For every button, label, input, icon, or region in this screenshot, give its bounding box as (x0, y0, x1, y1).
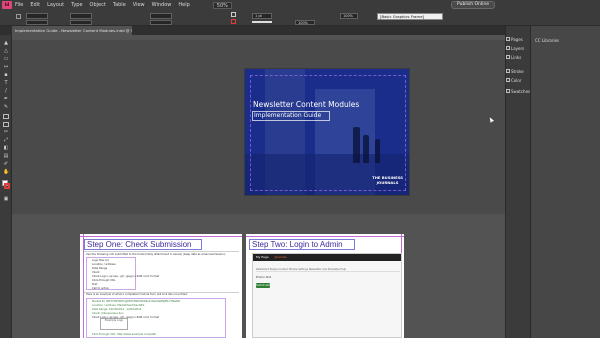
admin-submit-button: Submit edit (256, 283, 270, 288)
menu-layout[interactable]: Layout (47, 2, 64, 8)
menu-edit[interactable]: Edit (30, 2, 40, 8)
admin-nav: Dashboard People Content Module Settings… (256, 268, 400, 272)
rectangle-tool-icon[interactable] (3, 122, 9, 127)
list-item: Client Logo (.ai/.eps, .gif, .jpeg) in R… (92, 275, 159, 278)
panel-stroke[interactable]: Stroke (511, 69, 524, 74)
scissors-tool-icon[interactable]: ✂ (3, 130, 9, 135)
menu-view[interactable]: View (133, 2, 145, 8)
panel-cc-libraries[interactable]: CC Libraries (535, 38, 559, 43)
selection-tool-icon[interactable]: ▲ (3, 41, 9, 46)
brand-line-2: JOURNALS (376, 179, 399, 185)
panel-color[interactable]: Color (511, 78, 521, 83)
menu-bar: Id File Edit Layout Type Object Table Vi… (0, 0, 600, 10)
margin-guide (80, 236, 242, 237)
stroke-swatch-icon[interactable] (231, 19, 236, 24)
reference-point-icon[interactable] (16, 14, 21, 19)
free-transform-tool-icon[interactable]: ⤢ (3, 138, 9, 143)
example-line: Click-through URL: http://www.example.co… (92, 333, 157, 336)
list-item: Click-through URL (92, 279, 116, 282)
panel-pages[interactable]: Pages (511, 37, 523, 42)
gap-tool-icon[interactable]: ↔ (3, 65, 9, 70)
admin-header: My Page Journals (253, 254, 401, 261)
layers-icon[interactable] (506, 46, 510, 50)
step-two-heading[interactable]: Step Two: Login to Admin (249, 239, 355, 250)
cover-page[interactable]: Newsletter Content Modules Implementatio… (244, 68, 410, 196)
divider (84, 251, 239, 252)
content-collector-icon[interactable]: ▪ (3, 73, 9, 78)
margin-guide (246, 236, 404, 237)
cover-title[interactable]: Newsletter Content Modules (253, 100, 359, 109)
gradient-tool-icon[interactable]: ◧ (3, 146, 9, 151)
app-logo-icon: Id (2, 1, 12, 9)
tools-panel: ▲ △ ▭ ↔ ▪ T / ✒ ✎ ✂ ⤢ ◧ ▤ ✐ ✋ ▣ (0, 35, 12, 338)
direct-selection-tool-icon[interactable]: △ (3, 49, 9, 54)
menu-type[interactable]: Type (71, 2, 82, 8)
stroke-icon[interactable] (506, 69, 510, 73)
site-name: My Page (256, 255, 269, 259)
admin-screenshot: My Page Journals Dashboard People Content… (252, 253, 402, 338)
object-style-field[interactable]: [Basic Graphics Frame] (377, 13, 443, 20)
step-one-heading[interactable]: Step One: Check Submission (84, 239, 202, 250)
percent-field-b[interactable]: 100% (340, 13, 358, 19)
height-field[interactable] (70, 20, 92, 25)
example-line: Date Range: 10/10/2014 - 12/02/2014 (92, 308, 142, 311)
example-line: Location / address: Market/Sent/SantaFe (92, 304, 145, 307)
brand-logo: THE BUSINESS JOURNALS (372, 175, 403, 185)
color-icon[interactable] (506, 78, 510, 82)
y-field[interactable] (26, 20, 48, 25)
zoom-level-field[interactable]: 50% (212, 1, 232, 9)
example-line: Client: Albuquerque Sun (92, 312, 124, 315)
stroke-color-icon[interactable] (4, 183, 10, 189)
panel-layers[interactable]: Layers (511, 46, 524, 51)
margin-guide (250, 75, 406, 191)
scale-y-field[interactable] (150, 20, 172, 25)
site-accent: Journals (274, 255, 287, 259)
menu-window[interactable]: Window (152, 2, 172, 8)
page-tool-icon[interactable]: ▭ (3, 57, 9, 62)
cover-subtitle[interactable]: Implementation Guide (252, 111, 330, 121)
menu-help[interactable]: Help (178, 2, 189, 8)
admin-label: Promo Slot (256, 275, 272, 279)
pages-icon[interactable] (506, 37, 510, 41)
menu-object[interactable]: Object (90, 2, 106, 8)
percent-field-a[interactable]: 100% (295, 20, 315, 25)
example-logo: Example Logo (100, 318, 128, 330)
example-line: Market ID: NMT7MKTW0rsgMCP/3N03Sb09a1YKe… (92, 300, 181, 303)
document-tab-bar: Implementation Guide - Newsletter Conten… (0, 26, 505, 35)
menu-file[interactable]: File (15, 2, 23, 8)
list-item: Date Range (92, 267, 108, 270)
type-tool-icon[interactable]: T (3, 81, 9, 86)
links-icon[interactable] (506, 55, 510, 59)
panel-swatches[interactable]: Swatches (511, 89, 530, 94)
note-text: Here is an example of what a completed m… (86, 293, 188, 296)
hand-tool-icon[interactable]: ✋ (3, 170, 9, 175)
screen-mode-icon[interactable]: ▣ (3, 197, 9, 202)
list-item: Location / address (92, 263, 116, 266)
fill-swatch-icon[interactable] (231, 12, 236, 17)
scale-x-field[interactable] (150, 13, 172, 19)
rectangle-frame-tool-icon[interactable] (3, 114, 9, 119)
x-field[interactable] (26, 13, 48, 19)
eyedropper-tool-icon[interactable]: ✐ (3, 162, 9, 167)
line-tool-icon[interactable]: / (3, 89, 9, 94)
pen-tool-icon[interactable]: ✒ (3, 97, 9, 102)
list-item: Call to action (92, 287, 110, 290)
stroke-type-selector[interactable] (252, 21, 272, 23)
pencil-tool-icon[interactable]: ✎ (3, 105, 9, 110)
intro-text: Use the following info submitted to the … (86, 253, 226, 256)
note-tool-icon[interactable]: ▤ (3, 154, 9, 159)
stroke-weight-field[interactable]: 1 pt (252, 13, 272, 19)
list-item: Logo files (2) (92, 259, 109, 262)
panel-dock-expanded (530, 26, 600, 338)
publish-online-button[interactable]: Publish Online (451, 1, 495, 9)
list-item: Client (92, 271, 100, 274)
width-field[interactable] (70, 13, 92, 19)
list-item: Text (92, 283, 98, 286)
menu-table[interactable]: Table (113, 2, 126, 8)
panel-links[interactable]: Links (511, 55, 521, 60)
document-tab[interactable]: Implementation Guide - Newsletter Conten… (12, 26, 132, 35)
swatches-icon[interactable] (506, 89, 510, 93)
